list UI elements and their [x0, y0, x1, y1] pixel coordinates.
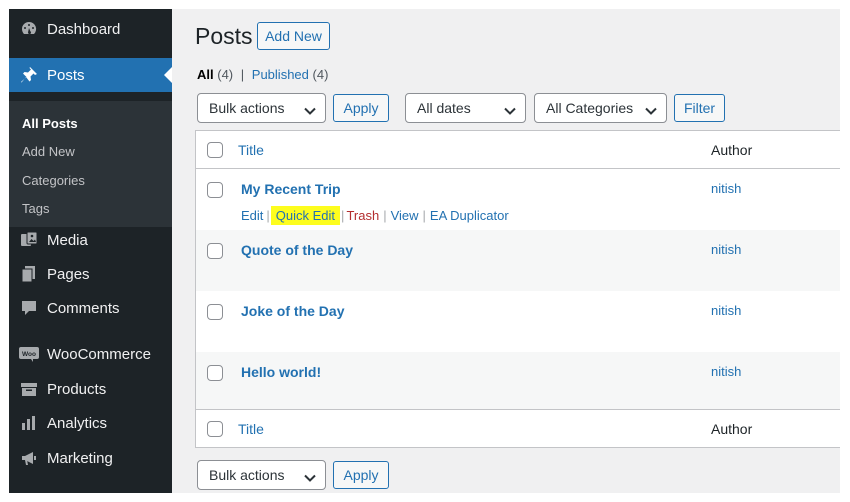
post-title-link[interactable]: My Recent Trip [241, 181, 341, 197]
submenu-all-posts[interactable]: All Posts [22, 116, 78, 131]
menu-label-posts: Posts [47, 66, 85, 84]
menu-item-analytics[interactable]: Analytics [9, 406, 172, 440]
table-row: Quote of the Day nitish [196, 230, 840, 291]
woocommerce-icon: Woo [19, 344, 39, 364]
posts-submenu: All Posts Add New Categories Tags [9, 101, 172, 227]
select-all-checkbox[interactable] [207, 142, 223, 158]
view-all-count: (4) [217, 67, 234, 82]
menu-label-products: Products [47, 380, 107, 398]
trash-action[interactable]: Trash [346, 208, 379, 223]
menu-label-marketing: Marketing [47, 449, 113, 467]
row-actions: Edit | Quick Edit | Trash | View | EA Du… [241, 206, 509, 225]
bulk-actions-value: Bulk actions [209, 100, 285, 116]
action-separator: | [422, 208, 426, 223]
table-footer: Title Author [196, 409, 840, 447]
column-author-header: Author [711, 141, 753, 158]
menu-label-media: Media [47, 231, 88, 249]
view-all-link[interactable]: All [197, 67, 214, 82]
view-separator: | [240, 67, 245, 82]
menu-item-media[interactable]: Media [9, 223, 172, 257]
menu-item-pages[interactable]: Pages [9, 257, 172, 291]
table-row: Hello world! nitish [196, 352, 840, 413]
action-separator: | [341, 208, 345, 223]
menu-item-comments[interactable]: Comments [9, 291, 172, 325]
row-checkbox[interactable] [207, 365, 223, 381]
chevron-down-icon [645, 103, 657, 119]
apply-button-bottom[interactable]: Apply [333, 461, 389, 489]
post-title-link[interactable]: Quote of the Day [241, 242, 353, 258]
bulk-actions-select-bottom[interactable]: Bulk actions [197, 460, 326, 490]
bulk-actions-value: Bulk actions [209, 467, 285, 483]
menu-item-marketing[interactable]: Marketing [9, 441, 172, 475]
chevron-down-icon [304, 103, 316, 119]
table-header: Title Author [196, 131, 840, 169]
view-published-link[interactable]: Published [252, 67, 309, 82]
post-author-link[interactable]: nitish [711, 242, 741, 257]
post-author-link[interactable]: nitish [711, 303, 741, 318]
menu-item-posts[interactable]: Posts [9, 58, 172, 92]
row-checkbox[interactable] [207, 182, 223, 198]
woo-badge-text: Woo [22, 351, 36, 358]
column-title-footer[interactable]: Title [238, 421, 264, 437]
menu-item-woocommerce[interactable]: Woo WooCommerce [9, 337, 172, 371]
select-all-checkbox-footer[interactable] [207, 421, 223, 437]
pages-icon [19, 264, 39, 284]
media-icon [19, 230, 39, 250]
menu-label-comments: Comments [47, 299, 120, 317]
chevron-down-icon [304, 470, 316, 486]
view-action[interactable]: View [391, 208, 419, 223]
chevron-down-icon [504, 103, 516, 119]
column-author-footer: Author [711, 420, 753, 437]
menu-item-products[interactable]: Products [9, 372, 172, 406]
row-checkbox[interactable] [207, 243, 223, 259]
page-title: Posts [195, 23, 253, 49]
menu-label-analytics: Analytics [47, 414, 108, 432]
menu-label-pages: Pages [47, 265, 90, 283]
categories-filter-select[interactable]: All Categories [534, 93, 667, 123]
bulk-actions-select[interactable]: Bulk actions [197, 93, 326, 123]
edit-action[interactable]: Edit [241, 208, 263, 223]
submenu-categories[interactable]: Categories [22, 173, 85, 188]
dates-filter-select[interactable]: All dates [405, 93, 526, 123]
categories-filter-value: All Categories [546, 100, 634, 116]
menu-label-dashboard: Dashboard [47, 20, 121, 38]
post-status-views: All (4) | Published (4) [197, 67, 328, 82]
table-row: Joke of the Day nitish [196, 291, 840, 352]
submenu-add-new[interactable]: Add New [22, 144, 75, 159]
action-separator: | [266, 208, 270, 223]
post-title-link[interactable]: Joke of the Day [241, 303, 344, 319]
row-checkbox[interactable] [207, 304, 223, 320]
post-author-link[interactable]: nitish [711, 364, 741, 379]
submenu-tags[interactable]: Tags [22, 201, 49, 216]
main-content: Posts Add New All (4) | Published (4) Bu… [172, 9, 840, 493]
post-author-link[interactable]: nitish [711, 181, 741, 196]
apply-button[interactable]: Apply [333, 94, 389, 122]
quick-edit-action[interactable]: Quick Edit [270, 206, 341, 225]
pushpin-icon [19, 65, 39, 85]
archive-box-icon [19, 379, 39, 399]
table-row: My Recent Trip nitish Edit | Quick Edit … [196, 169, 840, 230]
column-title-header[interactable]: Title [238, 142, 264, 158]
posts-table: Title Author My Recent Trip nitish Edit … [195, 130, 840, 448]
menu-label-woocommerce: WooCommerce [47, 345, 151, 363]
add-new-button[interactable]: Add New [257, 22, 330, 50]
ea-duplicator-action[interactable]: EA Duplicator [430, 208, 509, 223]
comment-bubble-icon [19, 298, 39, 318]
menu-item-dashboard[interactable]: Dashboard [9, 12, 172, 46]
dates-filter-value: All dates [417, 100, 471, 116]
action-separator: | [383, 208, 387, 223]
post-title-link[interactable]: Hello world! [241, 364, 321, 380]
admin-sidebar: Dashboard Posts All Posts Add New Catego… [9, 9, 172, 493]
filter-button[interactable]: Filter [674, 94, 725, 122]
dashboard-icon [19, 19, 39, 39]
bar-chart-icon [19, 413, 39, 433]
view-published-count: (4) [312, 67, 329, 82]
megaphone-icon [19, 448, 39, 468]
